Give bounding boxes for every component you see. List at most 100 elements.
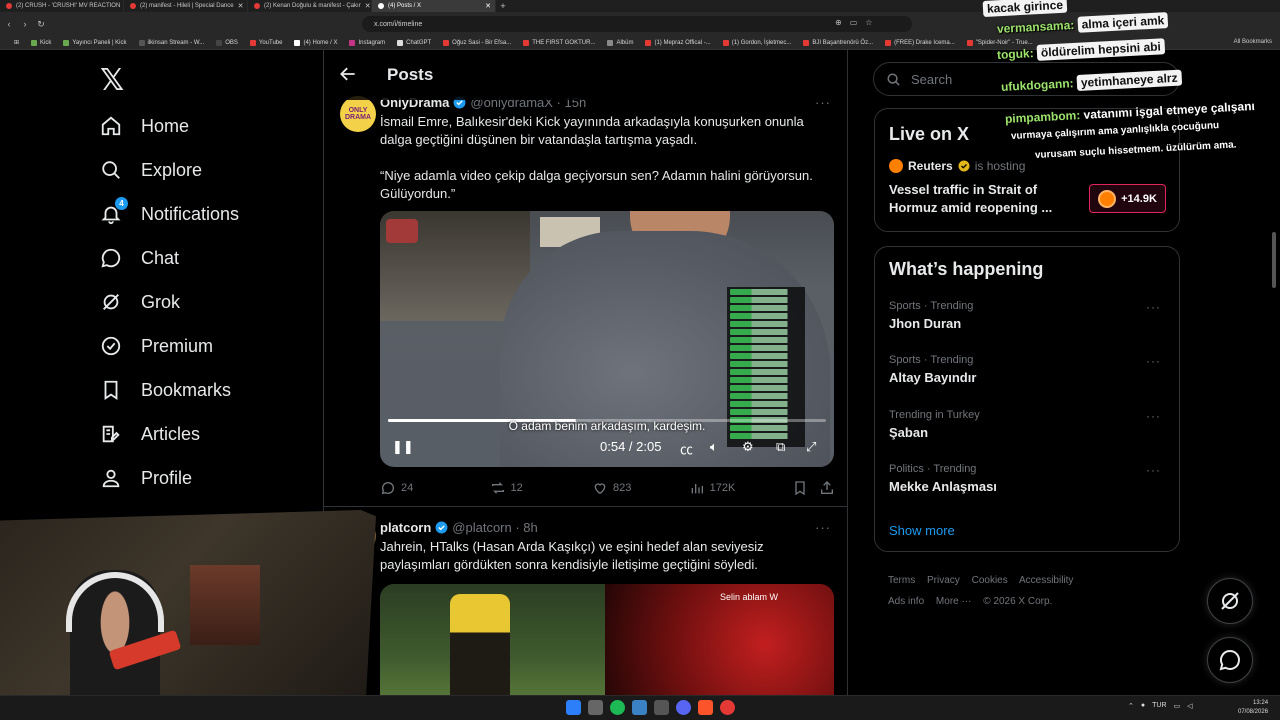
nav-home[interactable]: Home [100, 104, 189, 148]
bookmark-item[interactable]: OBS [210, 39, 244, 46]
nav-explore[interactable]: Explore [100, 148, 202, 192]
close-tab-icon[interactable]: ✕ [365, 2, 371, 10]
footer-link-ads-info[interactable]: Ads info [888, 596, 924, 607]
windows-start-icon[interactable] [566, 700, 581, 715]
language-indicator[interactable]: TUR [1152, 702, 1166, 710]
apps-icon[interactable]: ⊞ [8, 39, 25, 46]
live-listener-count[interactable]: +14.9K [1089, 184, 1166, 213]
footer-link-accessibility[interactable]: Accessibility [1019, 575, 1073, 586]
pause-icon[interactable]: ❚❚ [392, 439, 414, 455]
spotify-icon[interactable] [610, 700, 625, 715]
more-options-icon[interactable]: ··· [1146, 300, 1161, 314]
post[interactable]: platcorn @platcorn · 8h ··· Jahrein, HTa… [324, 506, 847, 695]
browser-tab[interactable]: (2) Kenan Doğulu & manifest - Çakır ✕ [248, 0, 372, 12]
bookmark-button[interactable] [792, 480, 819, 496]
x-logo-icon[interactable]: 𝕏 [100, 63, 124, 98]
page-scrollbar[interactable] [1272, 232, 1276, 288]
trend-item[interactable]: Sports · Trending Jhon Duran ··· [889, 300, 1169, 331]
url-field[interactable]: x.com/i/timeline [362, 16, 912, 32]
discord-icon[interactable] [676, 700, 691, 715]
footer-link-more[interactable]: More ··· [936, 596, 972, 607]
nav-profile[interactable]: Profile [100, 456, 192, 500]
bookmark-item[interactable]: (FREE) Drake Icema... [879, 39, 961, 46]
bookmark-item[interactable]: ChatGPT [391, 39, 437, 46]
bookmark-item[interactable]: ilkinsan Stream - W... [133, 39, 211, 46]
more-options-icon[interactable]: ··· [1146, 409, 1161, 423]
video-player[interactable]: O adam benim arkadaşım, kardeşim. ❚❚ 0:5… [380, 211, 834, 467]
live-headline[interactable]: Vessel traffic in Strait of Hormuz amid … [889, 181, 1074, 217]
post-media[interactable]: Selin ablam W [380, 584, 834, 695]
like-button[interactable]: 823 [592, 480, 689, 496]
post[interactable]: ONLY DRAMA OnlyDrama @onlydramaX · 15h ·… [324, 50, 847, 510]
volume-icon[interactable]: ◁ [1187, 702, 1192, 710]
show-more-link[interactable]: Show more [889, 523, 955, 538]
nav-premium[interactable]: Premium [100, 324, 213, 368]
obs-icon[interactable] [654, 700, 669, 715]
browser-tab[interactable]: (2) manifest - Hileli | Special Dance ✕ [124, 0, 248, 12]
back-icon[interactable]: ‹ [2, 19, 16, 29]
bookmark-item[interactable]: THE FIRST GOKTUR... [517, 39, 601, 46]
volume-icon[interactable]: 🔈︎ [710, 439, 718, 455]
more-options-icon[interactable]: ··· [1146, 463, 1161, 477]
back-arrow-icon[interactable] [338, 64, 358, 84]
bookmark-item[interactable]: (1) Gordon, İşletmec... [717, 39, 798, 46]
trend-item[interactable]: Sports · Trending Altay Bayındır ··· [889, 354, 1169, 385]
author-handle[interactable]: @platcorn · 8h [452, 520, 537, 535]
heart-icon [594, 483, 606, 495]
brave-icon[interactable] [698, 700, 713, 715]
trend-item[interactable]: Politics · Trending Mekke Anlaşması ··· [889, 463, 1169, 494]
picture-in-picture-icon[interactable]: ⧉ [776, 439, 785, 455]
chrome-icon[interactable] [720, 700, 735, 715]
footer-link-cookies[interactable]: Cookies [972, 575, 1008, 586]
forward-icon[interactable]: › [18, 19, 32, 29]
bookmark-star-icon[interactable]: ☆ [865, 18, 872, 27]
nav-grok[interactable]: Grok [100, 280, 180, 324]
video-chat-line [730, 345, 802, 351]
share-button[interactable] [819, 480, 835, 496]
nav-label: Profile [141, 467, 193, 488]
author-name[interactable]: platcorn [380, 520, 431, 535]
close-tab-icon[interactable]: ✕ [485, 2, 491, 10]
bookmark-item[interactable]: YouTube [244, 39, 289, 46]
bookmark-item[interactable]: Oğuz Sasi - Bir Efsa... [437, 39, 517, 46]
mic-icon[interactable]: ● [1141, 702, 1145, 710]
nav-articles[interactable]: Articles [100, 412, 200, 456]
footer-link-terms[interactable]: Terms [888, 575, 915, 586]
trend-item[interactable]: Trending in Turkey Şaban ··· [889, 409, 1169, 440]
post-header: platcorn @platcorn · 8h [380, 520, 538, 535]
bookmark-item[interactable]: Kick [25, 39, 57, 46]
settings-icon[interactable]: ⚙ [742, 439, 754, 455]
bookmark-item[interactable]: BJI Başantrenörü Öz... [797, 39, 879, 46]
browser-tab[interactable]: (2) CRUSH - 'CRUSH!' MV REACTION✕ [0, 0, 124, 12]
more-options-icon[interactable]: ··· [1146, 354, 1161, 368]
tray-arrow-icon[interactable]: ⌃ [1128, 702, 1134, 710]
fullscreen-icon[interactable]: ⤢ [806, 439, 816, 455]
close-tab-icon[interactable]: ✕ [238, 2, 244, 10]
task-view-icon[interactable] [588, 700, 603, 715]
bookmark-item[interactable]: (1) Mepraz Offical -... [639, 39, 716, 46]
bookmark-item[interactable]: Yayıncı Paneli | Kick [57, 39, 132, 46]
nav-bookmarks[interactable]: Bookmarks [100, 368, 231, 412]
reply-button[interactable]: 24 [380, 480, 490, 496]
reload-icon[interactable]: ↻ [34, 19, 48, 30]
network-icon[interactable]: ▭ [1174, 702, 1181, 710]
bookmark-item[interactable]: (4) Home / X [288, 39, 343, 46]
zoom-icon[interactable]: ⊕ [835, 18, 842, 27]
bookmark-item[interactable]: Albüm [601, 39, 639, 46]
browser-tab-active[interactable]: (4) Posts / X ✕ [372, 0, 496, 12]
nav-notifications[interactable]: 4 Notifications [100, 192, 239, 236]
repost-button[interactable]: 12 [490, 480, 593, 496]
views-button[interactable]: 172K [689, 480, 793, 496]
steam-icon[interactable] [632, 700, 647, 715]
install-icon[interactable]: ▭ [850, 18, 858, 27]
messages-button[interactable] [1207, 637, 1253, 683]
avatar[interactable]: ONLY DRAMA [340, 96, 376, 132]
more-options-icon[interactable]: ··· [815, 520, 831, 535]
grok-button[interactable] [1207, 578, 1253, 624]
bookmark-item[interactable]: Instagram [343, 39, 391, 46]
new-tab-button[interactable]: + [496, 0, 510, 12]
footer-link-privacy[interactable]: Privacy [927, 575, 960, 586]
taskbar-clock[interactable]: 13:24 07/08/2026 [1238, 699, 1268, 717]
nav-chat[interactable]: Chat [100, 236, 179, 280]
captions-icon[interactable]: ㏄ [680, 439, 693, 458]
